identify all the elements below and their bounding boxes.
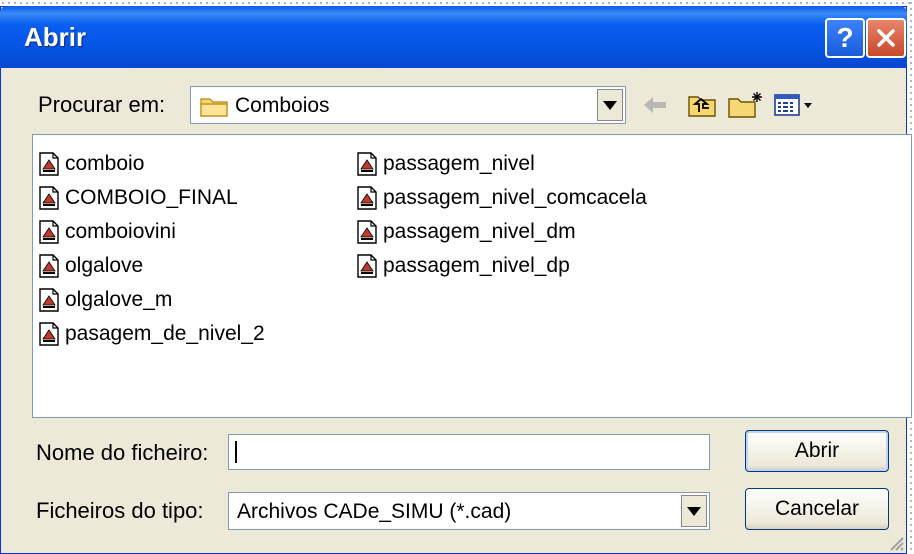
title-bar[interactable]: Abrir ? xyxy=(0,6,907,68)
view-menu-button[interactable] xyxy=(772,90,816,120)
open-file-dialog: Abrir ? Procurar em: Comboios comboio CO… xyxy=(0,6,912,554)
up-folder-button[interactable] xyxy=(686,90,718,120)
close-icon xyxy=(877,29,895,47)
filetype-label: Ficheiros do tipo: xyxy=(36,498,204,523)
file-item[interactable]: pasagem_de_nivel_2 xyxy=(37,319,265,349)
file-name: pasagem_de_nivel_2 xyxy=(65,322,265,345)
open-button[interactable]: Abrir xyxy=(745,430,889,472)
file-name: comboiovini xyxy=(65,220,176,243)
filename-input[interactable] xyxy=(228,434,710,470)
file-name: COMBOIO_FINAL xyxy=(65,186,238,209)
file-item[interactable]: passagem_nivel xyxy=(355,149,535,179)
filetype-dropdown[interactable]: Archivos CADe_SIMU (*.cad) xyxy=(228,492,710,530)
cad-file-icon xyxy=(357,152,377,176)
lookin-value: Comboios xyxy=(235,94,330,117)
file-list[interactable]: comboio COMBOIO_FINAL comboiovini olgalove o… xyxy=(32,134,912,418)
file-name: passagem_nivel_comcacela xyxy=(383,186,647,209)
filename-label: Nome do ficheiro: xyxy=(36,440,209,465)
filetype-dropdown-arrow[interactable] xyxy=(681,495,707,527)
cad-file-icon xyxy=(39,186,59,210)
new-folder-button[interactable] xyxy=(726,90,766,120)
cad-file-icon xyxy=(39,254,59,278)
lookin-dropdown[interactable]: Comboios xyxy=(190,86,626,124)
cad-file-icon xyxy=(357,220,377,244)
text-caret xyxy=(235,441,237,463)
file-item[interactable]: olgalove xyxy=(37,251,143,281)
close-button[interactable] xyxy=(866,18,906,58)
file-item[interactable]: olgalove_m xyxy=(37,285,172,315)
file-name: passagem_nivel_dm xyxy=(383,220,576,243)
file-item[interactable]: comboio xyxy=(37,149,144,179)
file-name: passagem_nivel xyxy=(383,152,535,175)
cad-file-icon xyxy=(39,288,59,312)
cad-file-icon xyxy=(39,220,59,244)
file-name: olgalove_m xyxy=(65,288,173,311)
cad-file-icon xyxy=(357,186,377,210)
lookin-label: Procurar em: xyxy=(38,92,166,117)
window-title: Abrir xyxy=(24,22,87,52)
file-name: olgalove xyxy=(65,254,144,277)
cancel-button[interactable]: Cancelar xyxy=(745,488,889,530)
view-menu-icon xyxy=(774,94,812,116)
file-name: comboio xyxy=(65,152,145,175)
file-item[interactable]: passagem_nivel_dp xyxy=(355,251,570,281)
resize-grip-icon[interactable] xyxy=(887,534,905,552)
folder-icon xyxy=(200,98,228,117)
lookin-dropdown-arrow[interactable] xyxy=(597,89,623,121)
chevron-down-icon xyxy=(603,100,617,110)
up-folder-icon xyxy=(688,96,716,117)
help-icon: ? xyxy=(836,22,854,53)
back-button[interactable] xyxy=(640,90,670,120)
cad-file-icon xyxy=(39,322,59,346)
help-button[interactable]: ? xyxy=(825,18,865,58)
file-item[interactable]: comboiovini xyxy=(37,217,176,247)
new-folder-icon xyxy=(728,92,762,118)
cad-file-icon xyxy=(357,254,377,278)
back-arrow-icon xyxy=(644,97,666,113)
filetype-value: Archivos CADe_SIMU (*.cad) xyxy=(237,500,512,523)
file-item[interactable]: passagem_nivel_dm xyxy=(355,217,576,247)
cad-file-icon xyxy=(39,152,59,176)
file-item[interactable]: COMBOIO_FINAL xyxy=(37,183,238,213)
file-name: passagem_nivel_dp xyxy=(383,254,570,277)
file-item[interactable]: passagem_nivel_comcacela xyxy=(355,183,647,213)
chevron-down-icon xyxy=(687,506,701,516)
